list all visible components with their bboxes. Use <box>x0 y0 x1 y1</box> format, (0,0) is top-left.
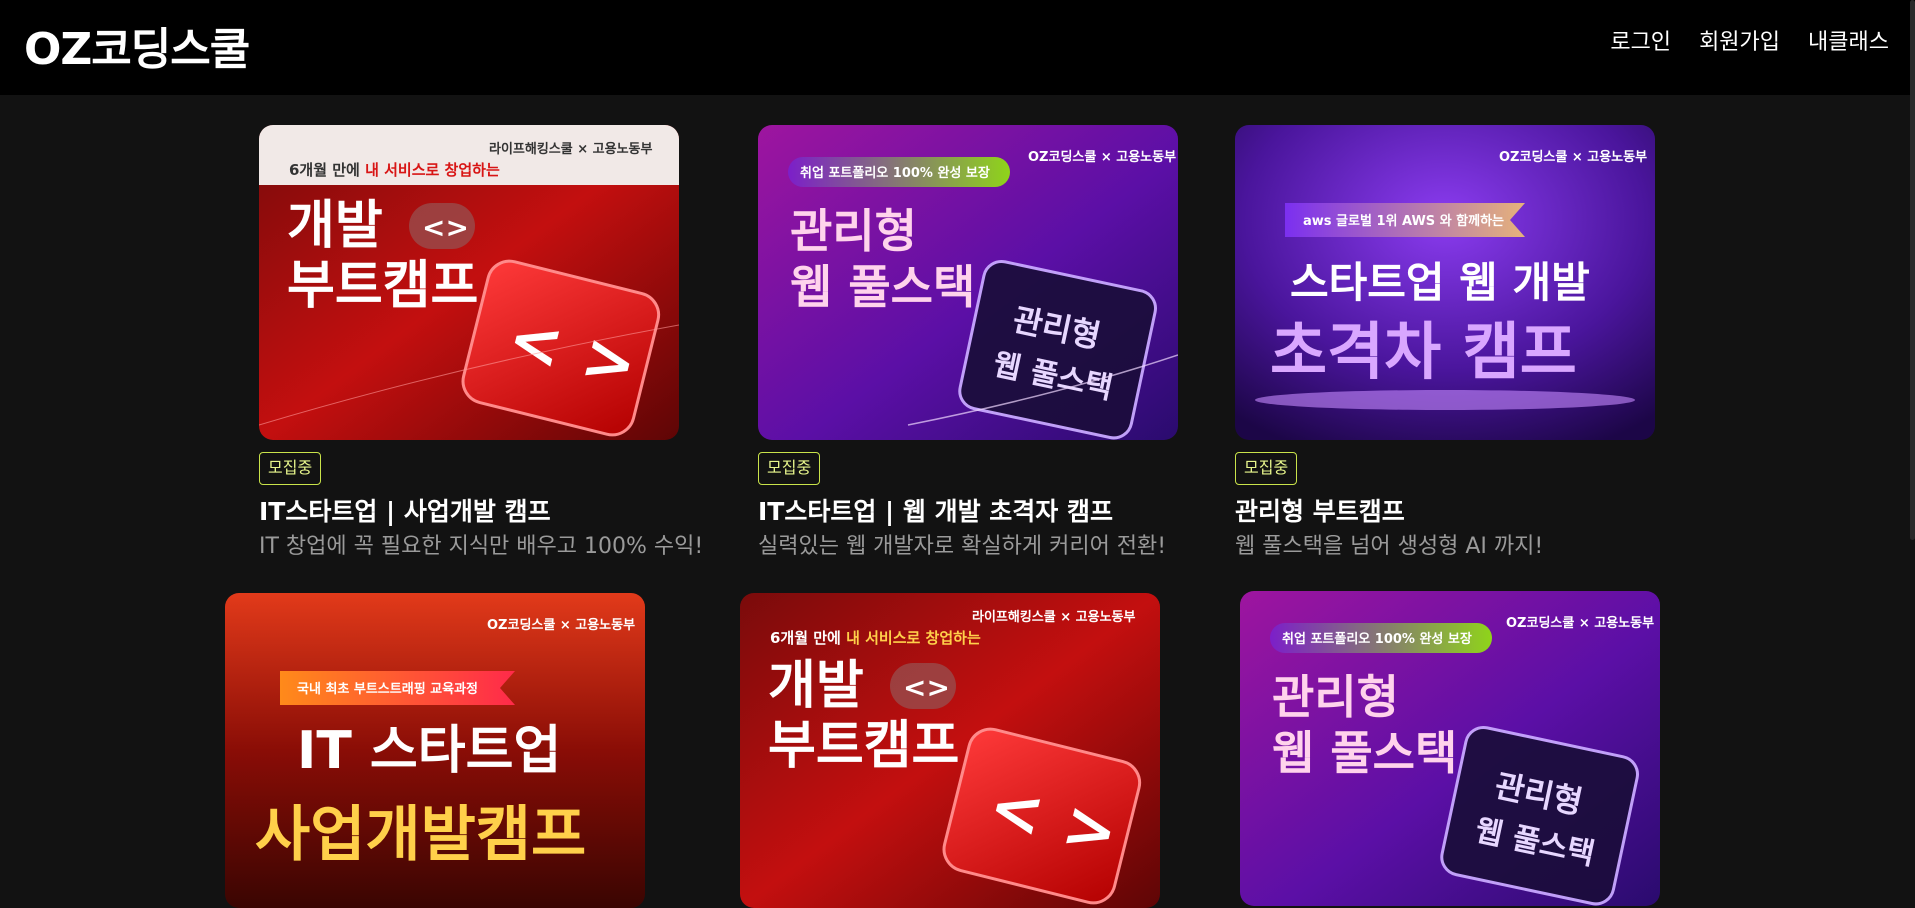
course-thumbnail[interactable]: OZ코딩스쿨 × 고용노동부 국내 최초 부트스트래핑 교육과정 IT 스타트업… <box>225 593 645 908</box>
thumbnail-banner-violet: OZ코딩스쿨 × 고용노동부 aws 글로벌 1위 AWS 와 함께하는 스타트… <box>1235 125 1655 440</box>
course-title[interactable]: IT스타트업 | 사업개발 캠프 <box>259 495 551 529</box>
thumbnail-banner-red: 라이프해킹스쿨 × 고용노동부 6개월 만에 내 서비스로 창업하는 개발 <>… <box>740 593 1160 908</box>
svg-text:초격차 캠프: 초격차 캠프 <box>1270 315 1577 388</box>
nav-signup[interactable]: 회원가입 <box>1699 24 1780 56</box>
svg-text:개발: 개발 <box>768 656 864 716</box>
course-thumbnail[interactable]: 라이프해킹스쿨 × 고용노동부 6개월 만에 내 서비스로 창업하는 개발 <>… <box>740 593 1160 908</box>
svg-text:국내 최초 부트스트래핑 교육과정: 국내 최초 부트스트래핑 교육과정 <box>297 681 478 697</box>
course-thumbnail[interactable]: OZ코딩스쿨 × 고용노동부 aws 글로벌 1위 AWS 와 함께하는 스타트… <box>1235 125 1655 440</box>
svg-text:라이프해킹스쿨 × 고용노동부: 라이프해킹스쿨 × 고용노동부 <box>972 609 1136 625</box>
svg-text:취업 포트폴리오 100% 완성 보장: 취업 포트폴리오 100% 완성 보장 <box>1282 631 1472 647</box>
course-description: 웹 풀스택을 넘어 생성형 AI 까지! <box>1235 534 1544 559</box>
scrollbar[interactable] <box>1910 0 1915 540</box>
thumbnail-banner-purple: OZ코딩스쿨 × 고용노동부 취업 포트폴리오 100% 완성 보장 관리형 웹… <box>758 125 1178 440</box>
svg-text:OZ코딩스쿨 × 고용노동부: OZ코딩스쿨 × 고용노동부 <box>1499 149 1647 165</box>
svg-text:관리형: 관리형 <box>1272 670 1399 724</box>
svg-text:부트캠프: 부트캠프 <box>287 256 478 316</box>
top-nav: 로그인 회원가입 내클래스 <box>1610 24 1889 56</box>
course-description: IT 창업에 꼭 필요한 지식만 배우고 100% 수익! <box>259 534 704 559</box>
nav-my-class[interactable]: 내클래스 <box>1808 24 1889 56</box>
svg-text:라이프해킹스쿨 × 고용노동부: 라이프해킹스쿨 × 고용노동부 <box>489 141 653 157</box>
svg-text:사업개발캠프: 사업개발캠프 <box>255 800 586 870</box>
svg-text:6개월 만에 내 서비스로 창업하는: 6개월 만에 내 서비스로 창업하는 <box>289 161 500 179</box>
site-header: OZ코딩스쿨 로그인 회원가입 내클래스 <box>0 0 1915 95</box>
course-description: 실력있는 웹 개발자로 확실하게 커리어 전환! <box>758 534 1167 559</box>
svg-text:개발: 개발 <box>287 196 383 256</box>
svg-text:IT 스타트업: IT 스타트업 <box>297 721 561 781</box>
svg-text:관리형: 관리형 <box>790 204 917 258</box>
svg-text:부트캠프: 부트캠프 <box>768 716 959 776</box>
course-title[interactable]: IT스타트업 | 웹 개발 초격자 캠프 <box>758 495 1113 529</box>
svg-text:<>: <> <box>903 671 950 704</box>
site-logo[interactable]: OZ코딩스쿨 <box>24 13 250 77</box>
nav-login[interactable]: 로그인 <box>1610 24 1671 56</box>
svg-text:<>: <> <box>422 211 469 244</box>
course-thumbnail[interactable]: 라이프해킹스쿨 × 고용노동부 6개월 만에 내 서비스로 창업하는 개발 <>… <box>259 125 679 440</box>
svg-text:취업 포트폴리오 100% 완성 보장: 취업 포트폴리오 100% 완성 보장 <box>800 165 990 181</box>
status-badge: 모집중 <box>758 452 821 485</box>
thumbnail-banner-fire: OZ코딩스쿨 × 고용노동부 국내 최초 부트스트래핑 교육과정 IT 스타트업… <box>225 593 645 908</box>
status-badge: 모집중 <box>1235 452 1298 485</box>
svg-text:6개월 만에 내 서비스로 창업하는: 6개월 만에 내 서비스로 창업하는 <box>770 629 981 647</box>
thumbnail-banner-purple: OZ코딩스쿨 × 고용노동부 취업 포트폴리오 100% 완성 보장 관리형 웹… <box>1240 591 1660 906</box>
svg-text:aws 글로벌 1위 AWS 와 함께하는: aws 글로벌 1위 AWS 와 함께하는 <box>1303 213 1504 229</box>
course-thumbnail[interactable]: OZ코딩스쿨 × 고용노동부 취업 포트폴리오 100% 완성 보장 관리형 웹… <box>1240 591 1660 906</box>
course-title[interactable]: 관리형 부트캠프 <box>1235 495 1405 529</box>
status-badge: 모집중 <box>259 452 322 485</box>
svg-text:웹 풀스택: 웹 풀스택 <box>790 260 975 314</box>
svg-text:웹 풀스택: 웹 풀스택 <box>1272 726 1457 780</box>
svg-text:OZ코딩스쿨 × 고용노동부: OZ코딩스쿨 × 고용노동부 <box>487 617 635 633</box>
course-thumbnail[interactable]: OZ코딩스쿨 × 고용노동부 취업 포트폴리오 100% 완성 보장 관리형 웹… <box>758 125 1178 440</box>
svg-text:스타트업 웹 개발: 스타트업 웹 개발 <box>1290 258 1590 307</box>
thumbnail-banner-red: 라이프해킹스쿨 × 고용노동부 6개월 만에 내 서비스로 창업하는 개발 <>… <box>259 125 679 440</box>
svg-text:OZ코딩스쿨 × 고용노동부: OZ코딩스쿨 × 고용노동부 <box>1028 149 1176 165</box>
svg-text:OZ코딩스쿨 × 고용노동부: OZ코딩스쿨 × 고용노동부 <box>1506 615 1654 631</box>
